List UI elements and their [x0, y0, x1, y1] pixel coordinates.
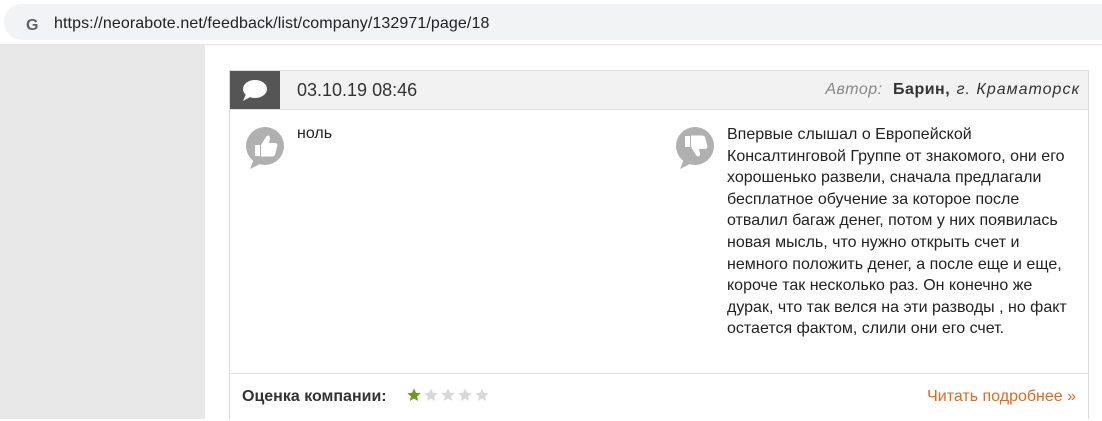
review-cons: Впервые слышал о Европейской Консалтинго… — [727, 126, 1067, 338]
page-left-margin — [0, 45, 205, 419]
svg-text:G: G — [26, 17, 38, 32]
star-empty-icon — [424, 388, 438, 401]
author-label: Автор: — [825, 81, 883, 98]
rating-label: Оценка компании: — [242, 388, 387, 405]
review-author: Автор: Барин, г. Краматорск — [825, 81, 1080, 99]
author-city: г. Краматорск — [956, 81, 1080, 98]
review-footer: Оценка компании: Читать подробнее » — [230, 373, 1088, 421]
author-name: Барин, — [893, 81, 951, 98]
url-text[interactable]: https://neorabote.net/feedback/list/comp… — [54, 15, 489, 33]
review-date: 03.10.19 08:46 — [297, 80, 418, 100]
star-empty-icon — [475, 388, 489, 401]
thumbs-up-icon — [246, 127, 284, 169]
rating-stars — [406, 387, 490, 405]
read-more-link[interactable]: Читать подробнее » — [927, 388, 1076, 406]
browser-address-bar: G https://neorabote.net/feedback/list/co… — [0, 0, 1102, 45]
url-field[interactable]: G https://neorabote.net/feedback/list/co… — [4, 4, 1102, 40]
star-empty-icon — [441, 388, 455, 401]
thumbs-down-icon — [676, 127, 714, 169]
star-filled-icon — [407, 388, 421, 401]
review-pros: ноль — [297, 125, 333, 142]
google-icon: G — [26, 17, 38, 32]
comment-badge — [230, 71, 280, 109]
review-card: 03.10.19 08:46 Автор: Барин, г. Краматор… — [229, 70, 1089, 419]
star-empty-icon — [458, 388, 472, 401]
review-header: 03.10.19 08:46 Автор: Барин, г. Краматор… — [230, 71, 1088, 110]
comment-bubble-icon — [243, 80, 267, 101]
